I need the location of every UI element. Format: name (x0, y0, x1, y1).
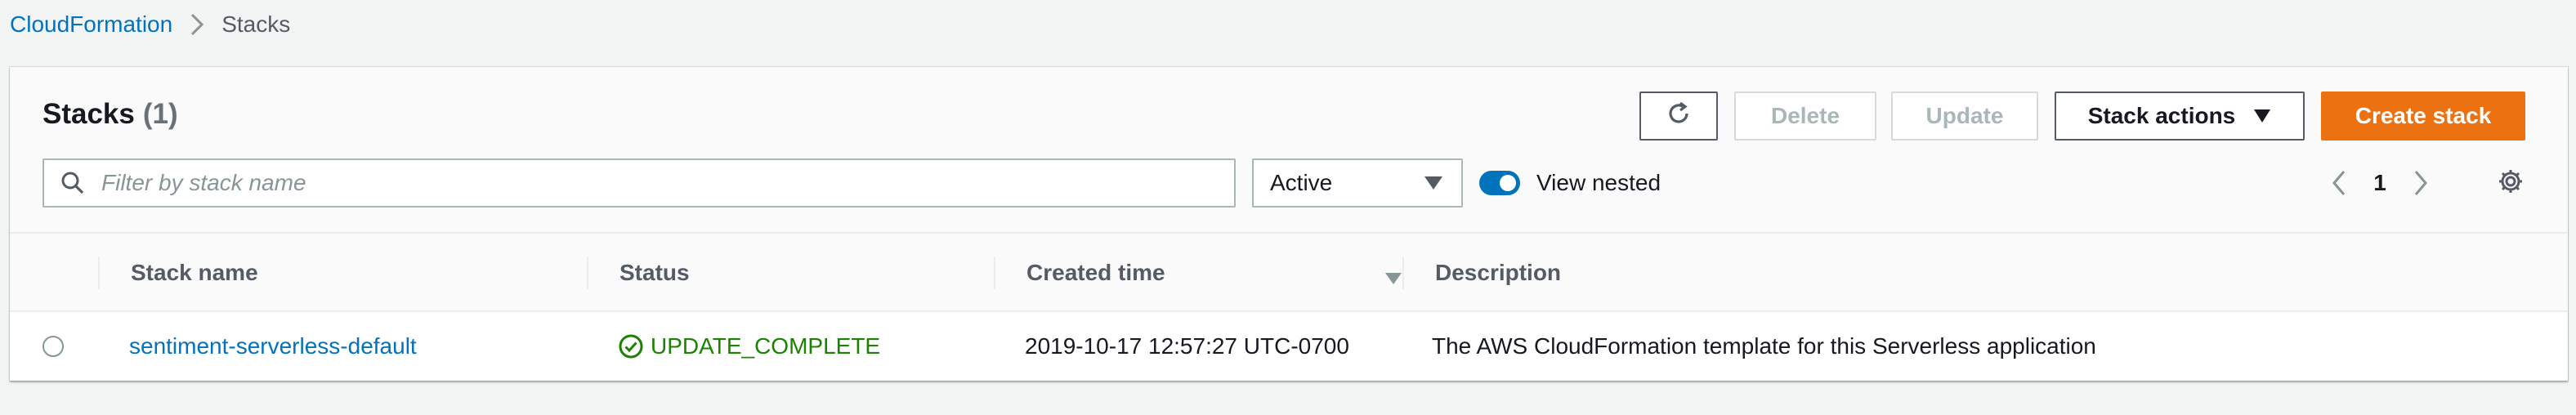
created-time-cell: 2019-10-17 12:57:27 UTC-0700 (1025, 312, 1349, 381)
view-nested-switch[interactable] (1479, 171, 1520, 195)
search-input[interactable] (101, 160, 1234, 206)
created-time-text: 2019-10-17 12:57:27 UTC-0700 (1025, 333, 1349, 359)
column-divider (994, 257, 995, 289)
column-header-stack-name[interactable]: Stack name (98, 234, 258, 312)
breadcrumb-cloudformation-link[interactable]: CloudFormation (10, 11, 172, 38)
delete-button[interactable]: Delete (1734, 91, 1876, 141)
page-title: Stacks (1) (42, 98, 178, 131)
stack-count: (1) (142, 98, 178, 130)
column-header-label: Stack name (131, 260, 258, 285)
refresh-icon (1665, 100, 1693, 133)
previous-page-button[interactable] (2314, 158, 2364, 208)
column-divider (587, 257, 588, 289)
stacks-table: Stack name Status Created time Descripti… (10, 234, 2568, 381)
view-nested-label: View nested (1536, 170, 1661, 195)
update-button[interactable]: Update (1891, 91, 2038, 141)
breadcrumb: CloudFormation Stacks (10, 10, 290, 39)
column-header-label: Status (619, 260, 690, 285)
gear-icon (2497, 167, 2525, 199)
create-stack-button[interactable]: Create stack (2321, 91, 2525, 141)
status-filter-select[interactable]: Active (1252, 158, 1463, 208)
row-radio-button[interactable] (42, 336, 64, 357)
stack-name-cell: sentiment-serverless-default (129, 312, 417, 381)
column-divider (1402, 257, 1404, 289)
stack-actions-button[interactable]: Stack actions (2055, 91, 2305, 141)
panel-header: Stacks (1) Delete Update Stack actions Cr… (10, 67, 2568, 234)
stack-actions-label: Stack actions (2087, 103, 2236, 128)
column-header-description[interactable]: Description (1402, 234, 1562, 312)
toggle-knob (1500, 175, 1516, 191)
stack-name-link[interactable]: sentiment-serverless-default (129, 333, 417, 359)
chevron-right-icon (181, 10, 213, 39)
status-cell: UPDATE_COMPLETE (618, 312, 880, 381)
table-row[interactable]: sentiment-serverless-default UPDATE_COMP… (10, 312, 2568, 381)
pagination: 1 (2314, 158, 2445, 208)
view-nested-toggle[interactable]: View nested (1479, 158, 1661, 208)
stacks-panel: Stacks (1) Delete Update Stack actions Cr… (10, 67, 2568, 381)
column-header-label: Description (1435, 260, 1562, 285)
panel-title-text: Stacks (42, 98, 135, 130)
caret-down-icon (1424, 170, 1443, 196)
check-circle-icon (618, 333, 644, 359)
status-text: UPDATE_COMPLETE (651, 333, 881, 359)
column-header-status[interactable]: Status (587, 234, 690, 312)
row-select-cell (42, 312, 64, 381)
table-header: Stack name Status Created time Descripti… (10, 234, 2568, 312)
status-filter-value: Active (1270, 170, 1333, 195)
caret-down-icon (2253, 109, 2271, 123)
column-header-created-time[interactable]: Created time (994, 234, 1402, 312)
column-divider (98, 257, 100, 289)
next-page-button[interactable] (2396, 158, 2445, 208)
refresh-button[interactable] (1639, 91, 1718, 141)
column-header-label: Created time (1026, 260, 1165, 285)
description-cell: The AWS CloudFormation template for this… (1432, 312, 2096, 381)
description-text: The AWS CloudFormation template for this… (1432, 333, 2096, 359)
sort-descending-icon (1384, 265, 1402, 291)
search-icon (44, 160, 101, 206)
search-field[interactable] (42, 158, 1236, 208)
table-settings-button[interactable] (2486, 158, 2535, 208)
breadcrumb-current: Stacks (221, 11, 291, 37)
current-page-number[interactable]: 1 (2364, 170, 2396, 196)
